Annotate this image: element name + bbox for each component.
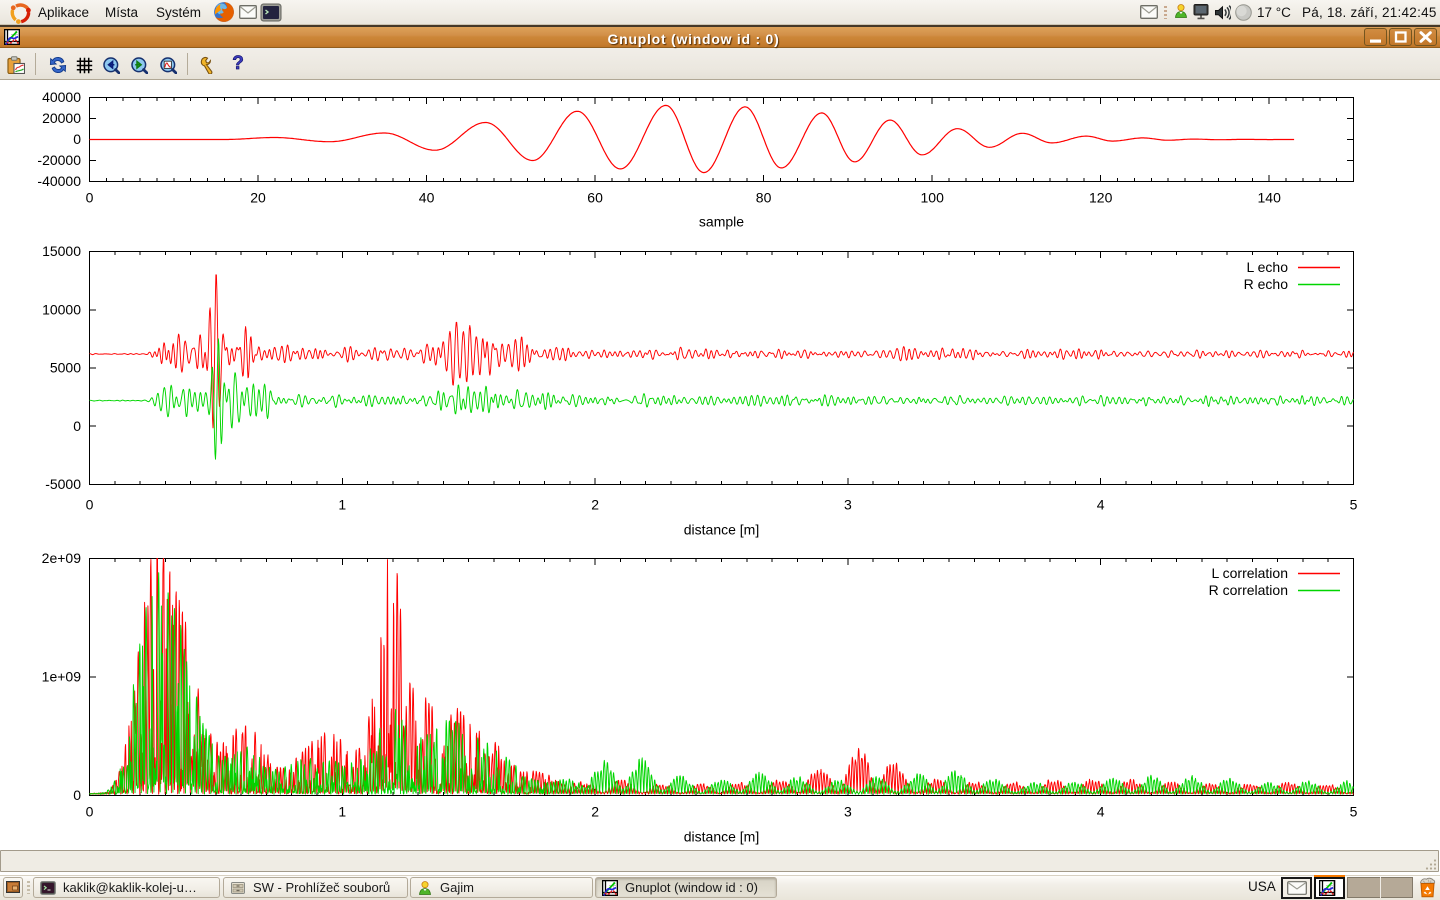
- svg-text:2e+09: 2e+09: [42, 550, 82, 566]
- svg-text:1: 1: [338, 804, 346, 820]
- svg-text:3: 3: [844, 804, 852, 820]
- svg-text:120: 120: [1089, 190, 1113, 206]
- svg-text:100: 100: [921, 190, 945, 206]
- svg-text:2: 2: [591, 497, 599, 513]
- svg-text:1e+09: 1e+09: [42, 669, 82, 685]
- svg-text:4: 4: [1097, 804, 1105, 820]
- svg-text:10000: 10000: [42, 301, 81, 317]
- svg-text:R correlation: R correlation: [1209, 582, 1288, 598]
- svg-text:0: 0: [73, 131, 81, 147]
- svg-text:140: 140: [1258, 190, 1282, 206]
- svg-text:distance [m]: distance [m]: [684, 522, 759, 538]
- svg-text:1: 1: [338, 497, 346, 513]
- svg-text:L correlation: L correlation: [1211, 565, 1288, 581]
- svg-text:L echo: L echo: [1246, 259, 1288, 275]
- svg-text:5: 5: [1350, 804, 1358, 820]
- svg-text:sample: sample: [699, 214, 744, 230]
- svg-text:0: 0: [73, 418, 81, 434]
- svg-text:3: 3: [844, 497, 852, 513]
- svg-text:?: ?: [232, 53, 244, 73]
- svg-text:4: 4: [1097, 497, 1105, 513]
- svg-text:5000: 5000: [50, 360, 81, 376]
- svg-text:20000: 20000: [42, 110, 81, 126]
- svg-text:R echo: R echo: [1244, 276, 1289, 292]
- svg-text:distance [m]: distance [m]: [684, 829, 759, 845]
- svg-text:20: 20: [250, 190, 266, 206]
- svg-text:0: 0: [86, 497, 94, 513]
- svg-text:15000: 15000: [42, 243, 81, 259]
- svg-text:-20000: -20000: [37, 152, 81, 168]
- svg-text:-5000: -5000: [45, 476, 81, 492]
- svg-text:40000: 40000: [42, 89, 81, 105]
- svg-text:60: 60: [587, 190, 603, 206]
- svg-text:40: 40: [419, 190, 435, 206]
- svg-text:2: 2: [591, 804, 599, 820]
- svg-text:80: 80: [756, 190, 772, 206]
- svg-text:0: 0: [86, 190, 94, 206]
- svg-text:0: 0: [73, 787, 81, 803]
- svg-text:-40000: -40000: [37, 173, 81, 189]
- svg-text:5: 5: [1350, 497, 1358, 513]
- svg-text:0: 0: [86, 804, 94, 820]
